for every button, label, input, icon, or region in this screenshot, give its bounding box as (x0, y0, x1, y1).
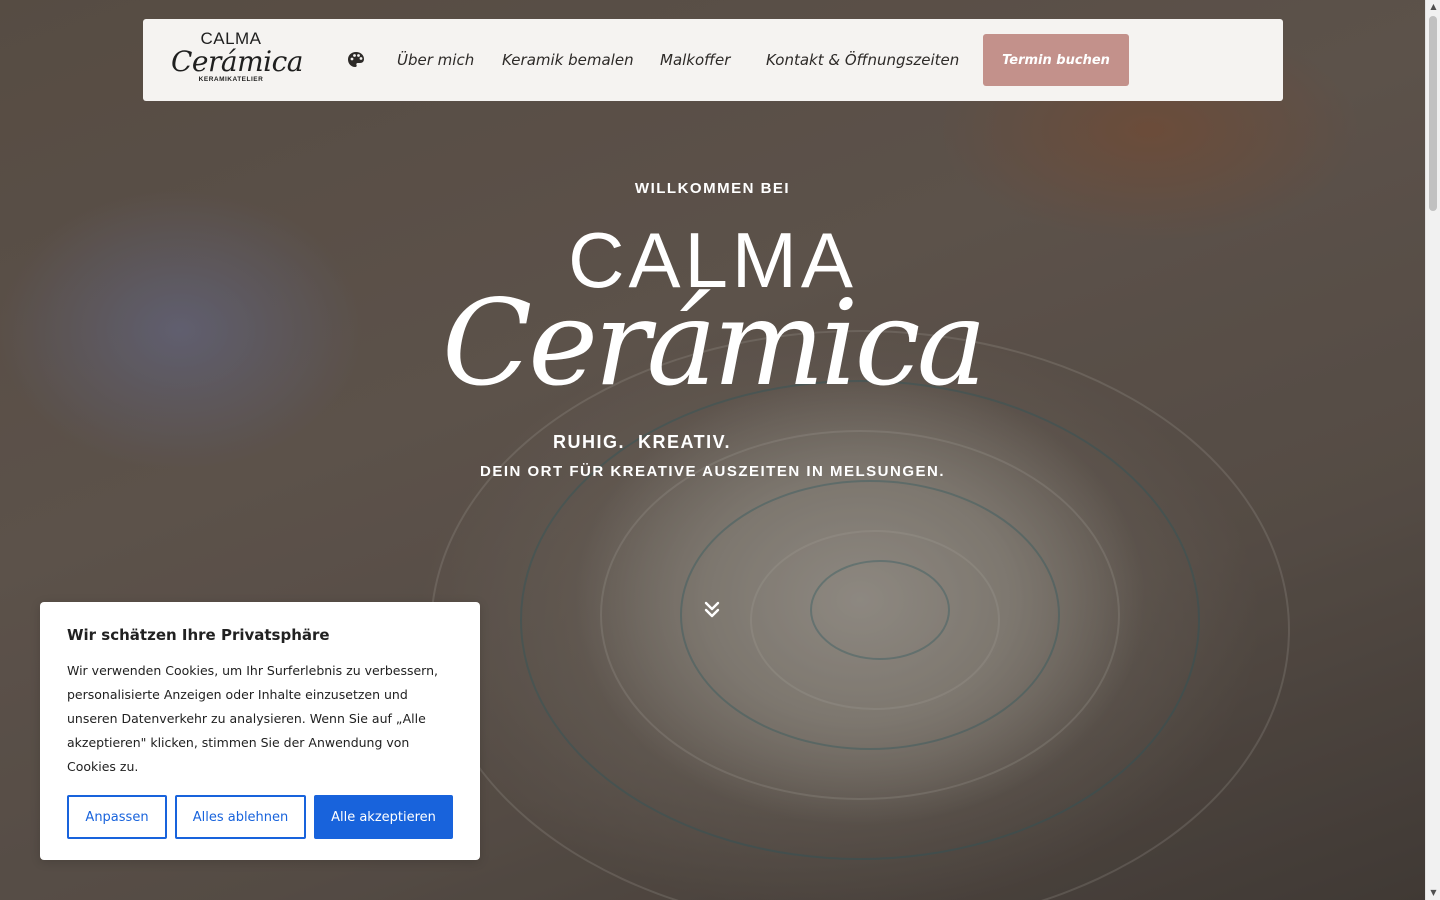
hero-tagline: RUHIG. KREATIV. (553, 432, 732, 452)
cookie-reject-all-button[interactable]: Alles ablehnen (175, 795, 306, 839)
hero-title-ceramica: Cerámica (442, 274, 987, 412)
hero-subline: DEIN ORT FÜR KREATIVE AUSZEITEN IN MELSU… (479, 463, 945, 480)
double-chevron-down-icon[interactable] (703, 600, 721, 620)
cookie-customize-button[interactable]: Anpassen (67, 795, 167, 839)
scroll-down-arrow-icon[interactable]: ▼ (1426, 886, 1440, 900)
page-scrollbar[interactable]: ▲ ▼ (1425, 0, 1440, 900)
cookie-banner-text: Wir verwenden Cookies, um Ihr Surferlebn… (67, 663, 438, 774)
cookie-accept-all-button[interactable]: Alle akzeptieren (314, 795, 453, 839)
cookie-banner-title: Wir schätzen Ihre Privatsphäre (67, 626, 330, 644)
cookie-consent-banner: Wir schätzen Ihre Privatsphäre Wir verwe… (40, 602, 480, 860)
scrollbar-thumb[interactable] (1429, 16, 1437, 211)
scroll-up-arrow-icon[interactable]: ▲ (1426, 0, 1440, 14)
hero-welcome: WILLKOMMEN BEI (634, 180, 791, 197)
